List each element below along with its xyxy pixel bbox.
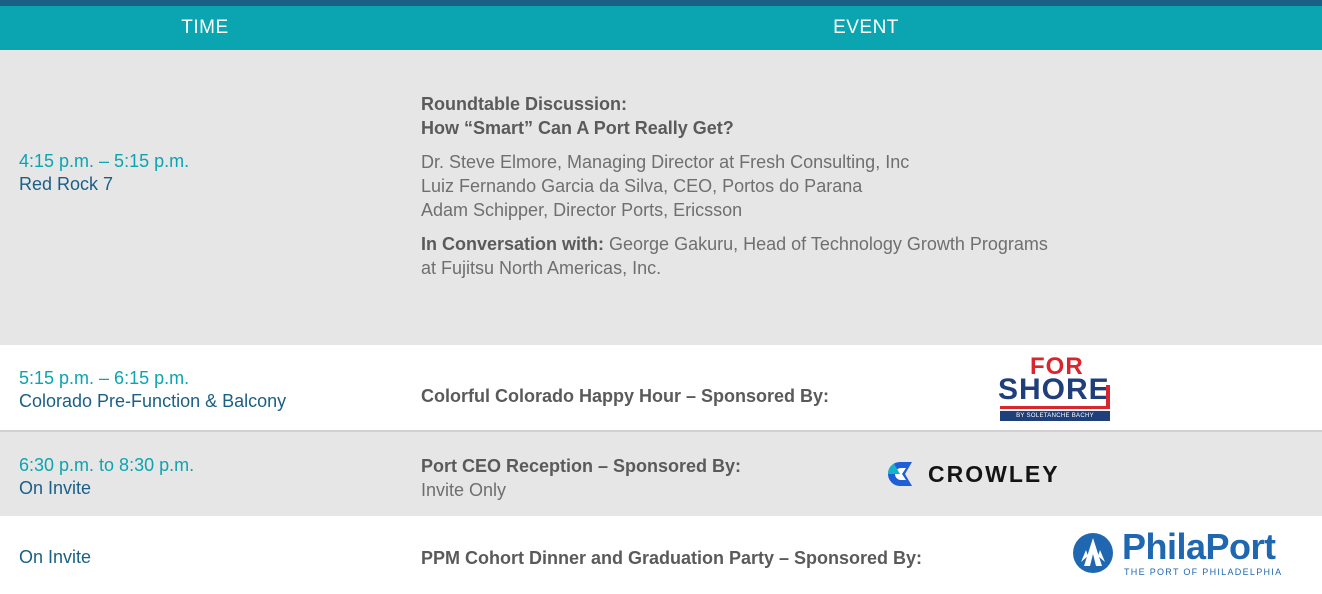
table-row: 5:15 p.m. – 6:15 p.m. Colorado Pre-Funct… — [0, 345, 1322, 430]
table-row: 4:15 p.m. – 5:15 p.m. Red Rock 7 Roundta… — [0, 50, 1322, 345]
location-text: Red Rock 7 — [19, 174, 114, 194]
time-cell: 4:15 p.m. – 5:15 p.m. Red Rock 7 — [19, 150, 189, 196]
logo-line2: SHORE — [998, 373, 1110, 406]
speaker-line: Luiz Fernando Garcia da Silva, CEO, Port… — [421, 176, 863, 196]
moderator-label: In Conversation with: — [421, 234, 605, 254]
table-row: 6:30 p.m. to 8:30 p.m. On Invite Port CE… — [0, 432, 1322, 516]
event-cell: Roundtable Discussion: How “Smart” Can A… — [421, 92, 1301, 280]
location-text: On Invite — [19, 478, 92, 498]
event-column-header: EVENT — [833, 17, 899, 38]
philaport-tagline: THE PORT OF PHILADELPHIA — [1124, 567, 1283, 577]
event-title-line2: How “Smart” Can A Port Really Get? — [421, 118, 734, 138]
speaker-line: Dr. Steve Elmore, Managing Director at F… — [421, 152, 910, 172]
time-cell: 6:30 p.m. to 8:30 p.m. On Invite — [19, 454, 194, 500]
moderator-affiliation: at Fujitsu North Americas, Inc. — [421, 258, 662, 278]
time-cell: 5:15 p.m. – 6:15 p.m. Colorado Pre-Funct… — [19, 367, 286, 413]
time-cell: On Invite — [19, 546, 91, 569]
moderator-line: In Conversation with: George Gakuru, Hea… — [421, 232, 1301, 256]
philaport-emblem-icon — [1073, 533, 1113, 573]
event-cell: Port CEO Reception – Sponsored By: Invit… — [421, 454, 741, 502]
event-title: Colorful Colorado Happy Hour – Sponsored… — [421, 386, 830, 406]
crowley-wordmark: CROWLEY — [928, 461, 1060, 487]
time-text: 6:30 p.m. to 8:30 p.m. — [19, 455, 195, 475]
time-text: 4:15 p.m. – 5:15 p.m. — [19, 151, 190, 171]
logo-tagline: BY SOLETANCHE BACHY — [1000, 411, 1110, 421]
logo-bracket — [1106, 385, 1110, 409]
crowley-logo: CROWLEY — [884, 459, 1094, 489]
table-row: On Invite PPM Cohort Dinner and Graduati… — [0, 516, 1322, 594]
time-column-header: TIME — [181, 17, 229, 38]
event-title: PPM Cohort Dinner and Graduation Party –… — [421, 548, 923, 568]
event-title-line1: Roundtable Discussion: — [421, 94, 628, 114]
table-header: TIME EVENT — [0, 6, 1322, 50]
crowley-emblem-icon — [888, 462, 912, 486]
forshore-logo: FOR SHORE BY SOLETANCHE BACHY — [996, 355, 1116, 423]
philaport-wordmark: PhilaPort — [1122, 526, 1276, 567]
location-text: Colorado Pre-Function & Balcony — [19, 391, 287, 411]
philaport-logo: PhilaPort THE PORT OF PHILADELPHIA — [1072, 526, 1312, 586]
logo-underline — [1000, 406, 1110, 409]
speaker-line: Adam Schipper, Director Ports, Ericsson — [421, 200, 743, 220]
event-note: Invite Only — [421, 480, 507, 500]
time-text: 5:15 p.m. – 6:15 p.m. — [19, 368, 190, 388]
event-title: Port CEO Reception – Sponsored By: — [421, 456, 742, 476]
location-text: On Invite — [19, 547, 92, 567]
moderator-name: George Gakuru, Head of Technology Growth… — [609, 234, 1048, 254]
